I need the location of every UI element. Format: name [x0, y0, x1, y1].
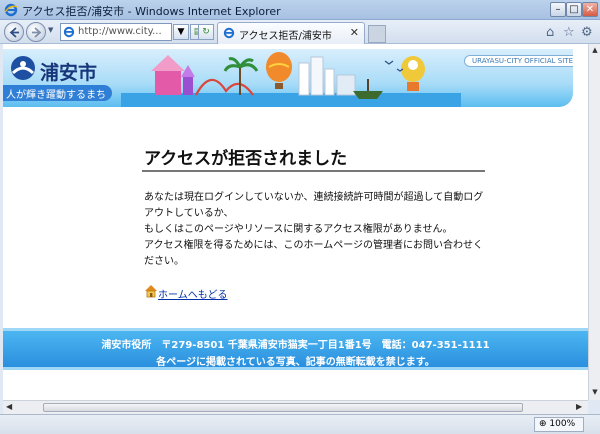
zoom-control[interactable]: ⊕ 100% ▼	[534, 417, 584, 434]
new-tab-button[interactable]	[368, 25, 386, 43]
forward-button[interactable]	[26, 22, 46, 42]
footer-copyright: 各ページに掲載されている写真、記事の無断転載を禁じます。	[156, 357, 435, 368]
message-line-2: もしくはこのページやリソースに関するアクセス権限がありません。	[144, 224, 453, 235]
ie-tab-icon	[223, 27, 235, 39]
recent-pages-chevron-icon[interactable]: ▼	[48, 26, 53, 34]
vertical-scrollbar[interactable]: ▲ ▼	[588, 44, 600, 400]
palm-trees-illustration	[223, 57, 259, 95]
maximize-icon: □	[569, 4, 579, 15]
address-input[interactable]: http://www.city...	[78, 26, 162, 37]
scroll-right-icon[interactable]: ▶	[576, 402, 582, 411]
zoom-level: 100%	[549, 419, 576, 429]
close-icon: ✕	[585, 4, 595, 15]
title-bar: アクセス拒否/浦安市 - Windows Internet Explorer –…	[0, 0, 600, 20]
minimize-icon: –	[555, 4, 561, 15]
refresh-button[interactable]: ↻	[198, 24, 214, 40]
page-viewport: 浦安市 人が輝き躍動するまち URAYASU-CITY OFFICIAL SIT…	[3, 44, 588, 400]
ie-logo-icon	[4, 3, 18, 17]
star-icon[interactable]: ☆	[563, 25, 575, 40]
forward-arrow-icon	[32, 27, 42, 38]
close-window-button[interactable]: ✕	[582, 2, 598, 17]
home-icon[interactable]: ⌂	[546, 25, 554, 40]
home-link[interactable]: ホームへもどる	[158, 286, 228, 301]
scroll-down-icon[interactable]: ▼	[590, 388, 600, 398]
site-footer: 浦安市役所 〒279-8501 千葉県浦安市猫実一丁目1番1号 電話：047-3…	[3, 328, 588, 370]
city-name[interactable]: 浦安市	[40, 58, 97, 85]
official-site-badge: URAYASU-CITY OFFICIAL SITE	[464, 55, 573, 67]
site-banner: 浦安市 人が輝き躍動するまち URAYASU-CITY OFFICIAL SIT…	[3, 49, 573, 107]
magnifier-icon: ⊕	[539, 419, 547, 429]
city-logo-icon	[11, 56, 35, 80]
access-denied-message: あなたは現在ログインしていないか、連続接続許可時間が超過して自動ログアウトしてい…	[144, 190, 486, 270]
gear-icon[interactable]: ⚙	[581, 25, 593, 40]
message-line-1: あなたは現在ログインしていないか、連続接続許可時間が超過して自動ログアウトしてい…	[144, 192, 484, 219]
ie-page-icon	[63, 26, 75, 38]
castle-illustration	[151, 55, 195, 95]
address-bar[interactable]: http://www.city...	[60, 23, 172, 41]
minimize-button[interactable]: –	[550, 2, 566, 17]
city-buildings-illustration	[298, 56, 356, 96]
tab-title: アクセス拒否/浦安市	[239, 31, 332, 42]
city-slogan: 人が輝き躍動するまち	[3, 85, 112, 101]
refresh-icon: ↻	[202, 27, 210, 37]
house-icon	[145, 285, 157, 298]
birds-illustration	[384, 60, 404, 72]
rollercoaster-illustration	[195, 78, 254, 96]
back-button[interactable]	[4, 22, 24, 42]
boats-illustration	[353, 79, 383, 99]
mascot-balloon-illustration	[401, 56, 425, 91]
chevron-down-icon: ▼	[177, 27, 185, 37]
address-dropdown-button[interactable]: ▼	[173, 24, 189, 40]
footer-address: 浦安市役所 〒279-8501 千葉県浦安市猫実一丁目1番1号 電話：047-3…	[101, 340, 490, 351]
back-arrow-icon	[9, 27, 19, 38]
page-title: アクセスが拒否されました	[142, 144, 485, 172]
browser-tab[interactable]: アクセス拒否/浦安市 ✕	[217, 22, 365, 44]
message-line-3: アクセス権限を得るためには、このホームページの管理者にお問い合わせください。	[144, 240, 483, 267]
scroll-up-icon[interactable]: ▲	[590, 46, 600, 56]
status-bar: ⊕ 100% ▼	[0, 414, 600, 434]
window-title: アクセス拒否/浦安市 - Windows Internet Explorer	[22, 5, 281, 18]
maximize-button[interactable]: □	[566, 2, 582, 17]
banner-illustration	[121, 52, 461, 107]
horizontal-scroll-thumb[interactable]	[43, 403, 523, 412]
hot-air-balloon-illustration	[266, 52, 292, 89]
horizontal-scrollbar[interactable]: ◀ ▶	[3, 400, 588, 414]
scroll-left-icon[interactable]: ◀	[6, 402, 12, 411]
tab-close-icon[interactable]: ✕	[350, 26, 359, 39]
